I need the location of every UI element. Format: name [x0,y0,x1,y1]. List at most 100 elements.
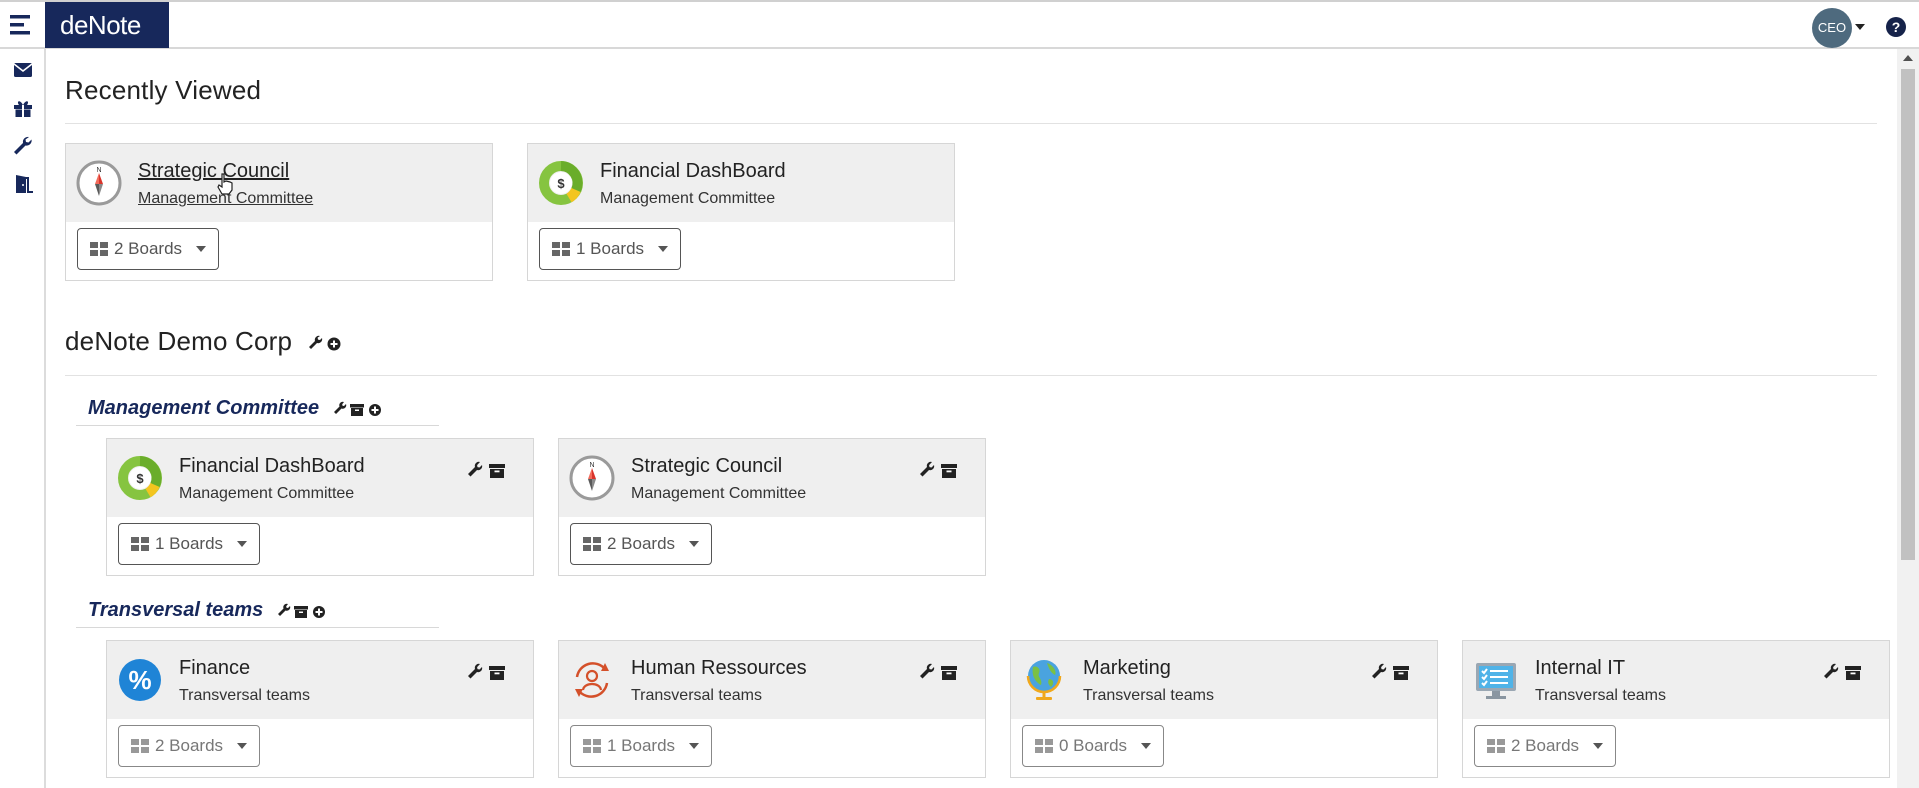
card-header: % Finance Transversal teams [107,641,533,719]
dollar-donut-icon: $ [118,456,162,500]
card-header: N Strategic Council Management Committee [559,439,985,517]
workspace-card-internal-it[interactable]: Internal IT Transversal teams 2 Boards [1462,640,1890,778]
wrench-icon[interactable] [920,461,935,477]
workspace-card-strategic-council[interactable]: N Strategic Council Management Committee… [558,438,986,576]
caret-down-icon [237,743,248,749]
wrench-icon[interactable] [468,461,483,477]
compass-icon: N [76,160,122,206]
card-title[interactable]: Internal IT [1535,657,1625,680]
percent-icon: % [119,659,161,701]
card-tools [1824,663,1861,680]
wrench-icon[interactable] [1372,663,1387,679]
archive-icon[interactable] [1393,666,1409,680]
card-title[interactable]: Strategic Council [138,160,289,183]
card-subtitle: Management Committee [179,485,355,502]
card-subtitle: Transversal teams [179,687,310,704]
boards-dropdown-button[interactable]: 1 Boards [118,523,261,565]
add-circle-icon[interactable] [327,337,341,351]
wrench-icon[interactable] [468,663,483,679]
card-title[interactable]: Financial DashBoard [600,160,786,183]
boards-count: 2 Boards [114,239,183,258]
boards-count: 1 Boards [576,239,645,258]
caret-down-icon [689,743,700,749]
app-logo[interactable]: deNote [45,2,169,48]
recent-heading: Recently Viewed [65,75,262,105]
chevron-down-icon[interactable] [1855,24,1865,30]
boards-dropdown-button[interactable]: 2 Boards [570,523,713,565]
exit-door-icon[interactable] [11,173,35,195]
recent-card-financial-dashboard[interactable]: $ Financial DashBoard Management Committ… [527,143,955,281]
menu-toggle-icon[interactable] [8,12,34,38]
boards-dropdown-button[interactable]: 2 Boards [1474,725,1617,767]
card-subtitle: Transversal teams [1083,687,1214,704]
grid-icon [131,537,149,551]
org-name: deNote Demo Corp [65,326,293,356]
caret-down-icon [658,246,669,252]
boards-count: 2 Boards [1511,736,1580,755]
svg-text:$: $ [136,471,144,486]
group-underline [76,425,439,426]
section-divider [65,123,1877,124]
archive-icon[interactable] [489,464,505,478]
caret-down-icon [196,246,207,252]
card-title[interactable]: Strategic Council [631,455,782,478]
card-tools [468,663,505,680]
card-header: Marketing Transversal teams [1011,641,1437,719]
card-header: $ Financial DashBoard Management Committ… [107,439,533,517]
card-subtitle: Transversal teams [1535,687,1666,704]
card-header: Internal IT Transversal teams [1463,641,1889,719]
grid-icon [583,739,601,753]
workspace-card-financial-dashboard[interactable]: $ Financial DashBoard Management Committ… [106,438,534,576]
grid-icon [131,739,149,753]
boards-count: 0 Boards [1059,736,1128,755]
user-avatar[interactable]: CEO [1812,8,1852,48]
workspace-card-human-ressources[interactable]: Human Ressources Transversal teams 1 Boa… [558,640,986,778]
org-heading: deNote Demo Corp [65,326,342,357]
boards-count: 2 Boards [607,534,676,553]
boards-dropdown-button[interactable]: 0 Boards [1022,725,1165,767]
wrench-icon[interactable] [277,603,291,616]
page-scrollbar[interactable] [1897,49,1919,788]
wrench-icon[interactable] [11,135,35,157]
card-subtitle: Transversal teams [631,687,762,704]
group-heading-transversal-teams: Transversal teams [88,599,327,622]
archive-icon[interactable] [941,666,957,680]
card-title[interactable]: Marketing [1083,657,1171,680]
gift-icon[interactable] [11,97,35,119]
recent-card-strategic-council[interactable]: N Strategic Council Management Committee… [65,143,493,281]
card-title[interactable]: Financial DashBoard [179,455,365,478]
archive-icon[interactable] [349,403,364,416]
card-tools [468,461,505,478]
grid-icon [1487,739,1505,753]
scrollbar-thumb[interactable] [1901,69,1915,560]
boards-dropdown-button[interactable]: 2 Boards [77,228,220,270]
archive-icon[interactable] [1845,666,1861,680]
wrench-icon[interactable] [333,401,346,414]
archive-icon[interactable] [941,464,957,478]
wrench-icon[interactable] [308,335,322,350]
boards-dropdown-button[interactable]: 1 Boards [570,725,713,767]
caret-down-icon [1141,743,1152,749]
add-circle-icon[interactable] [312,605,325,618]
card-subtitle[interactable]: Management Committee [600,190,775,208]
org-tools [308,335,341,351]
boards-dropdown-button[interactable]: 1 Boards [539,228,682,270]
envelope-icon[interactable] [11,59,35,81]
archive-icon[interactable] [293,605,308,618]
workspace-card-marketing[interactable]: Marketing Transversal teams 0 Boards [1010,640,1438,778]
caret-down-icon [237,541,248,547]
workspace-card-finance[interactable]: % Finance Transversal teams 2 Boards [106,640,534,778]
group-underline [76,627,439,628]
card-title[interactable]: Finance [179,657,250,680]
scroll-up-arrow-icon[interactable] [1903,55,1913,61]
card-title[interactable]: Human Ressources [631,657,807,680]
wrench-icon[interactable] [1824,663,1839,679]
svg-text:%: % [128,665,151,695]
archive-icon[interactable] [489,666,505,680]
group-tools [277,603,325,618]
boards-dropdown-button[interactable]: 2 Boards [118,725,261,767]
add-circle-icon[interactable] [368,403,381,416]
wrench-icon[interactable] [920,663,935,679]
svg-text:N: N [589,462,594,469]
help-icon[interactable]: ? [1886,17,1906,37]
